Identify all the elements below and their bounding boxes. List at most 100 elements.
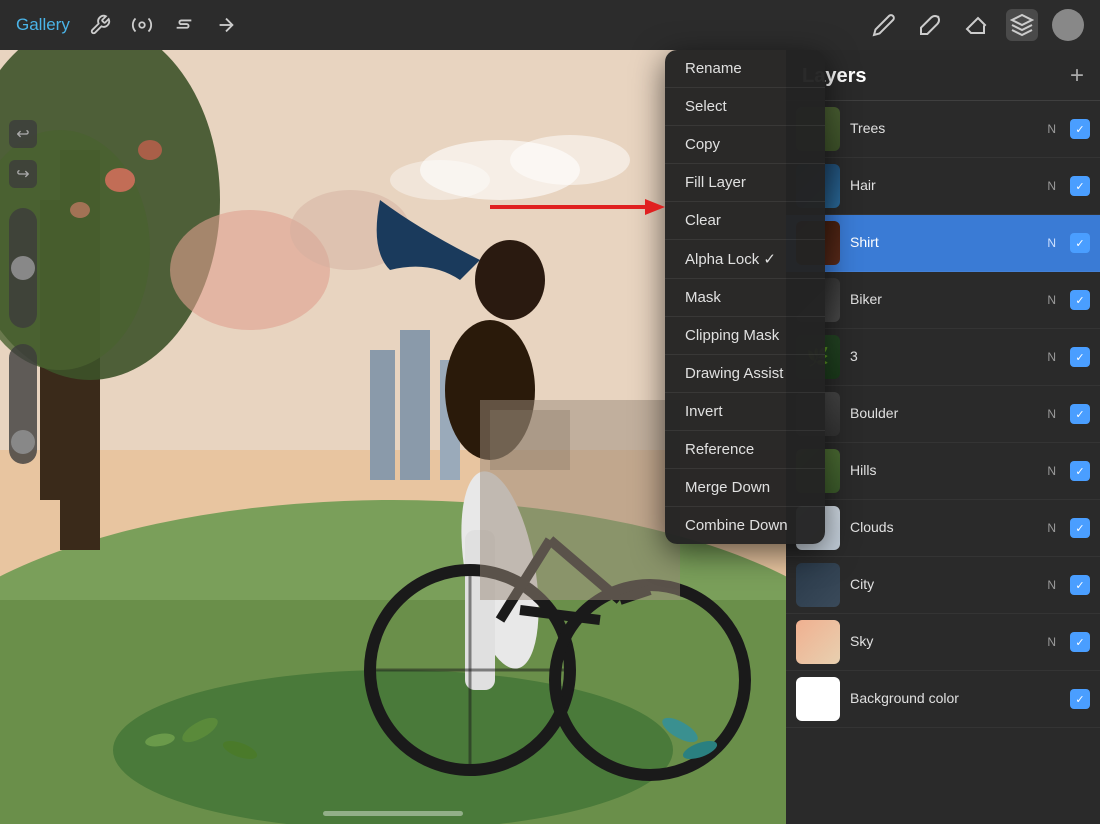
toolbar-left: Gallery: [16, 11, 240, 39]
layer-name-hair: Hair: [850, 177, 876, 193]
layer-checkbox-trees[interactable]: ✓: [1070, 119, 1090, 139]
top-toolbar: Gallery: [0, 0, 1100, 50]
layer-name-clouds: Clouds: [850, 519, 894, 535]
layer-info-hills: Hills: [850, 462, 1037, 480]
context-menu-item-rename[interactable]: Rename: [665, 50, 825, 88]
layer-item-sky[interactable]: SkyN✓: [786, 614, 1100, 671]
wrench-icon[interactable]: [86, 11, 114, 39]
layer-mode-sky: N: [1047, 635, 1056, 649]
layer-right-shirt: N✓: [1047, 233, 1090, 253]
s-tool-icon[interactable]: [170, 11, 198, 39]
layer-info-sky: Sky: [850, 633, 1037, 651]
layer-info-city: City: [850, 576, 1037, 594]
layer-mode-biker: N: [1047, 293, 1056, 307]
layer-item-hair[interactable]: Hair N ✓: [786, 158, 1100, 215]
context-menu-item-select[interactable]: Select: [665, 88, 825, 126]
layer-name-city: City: [850, 576, 874, 592]
context-menu: Rename Select Copy Fill LayerClearAlpha Loc…: [665, 50, 825, 544]
context-menu-item-clear[interactable]: Clear: [665, 202, 825, 240]
layer-info-trees: Trees: [850, 120, 1037, 138]
layer-checkbox-biker[interactable]: ✓: [1070, 290, 1090, 310]
arrow-icon[interactable]: [212, 11, 240, 39]
size-slider[interactable]: [9, 344, 37, 464]
check-icon-sky: ✓: [1075, 636, 1084, 649]
layer-checkbox-sky[interactable]: ✓: [1070, 632, 1090, 652]
check-icon-group3: ✓: [1075, 351, 1084, 364]
check-icon-background-color: ✓: [1075, 693, 1084, 706]
layer-name-group3: 3: [850, 348, 858, 364]
layer-mode-city: N: [1047, 578, 1056, 592]
layer-checkbox-city[interactable]: ✓: [1070, 575, 1090, 595]
layer-right-trees: N✓: [1047, 119, 1090, 139]
left-tools: ↩ ↪: [0, 100, 46, 824]
layer-item-hills[interactable]: Hills N ✓: [786, 443, 1100, 500]
context-menu-item-invert[interactable]: Invert: [665, 393, 825, 431]
layer-right-sky: N✓: [1047, 632, 1090, 652]
layer-info-background-color: Background color: [850, 690, 1060, 708]
layer-thumb-sky: [796, 620, 840, 664]
opacity-handle[interactable]: [11, 256, 35, 280]
layer-checkbox-shirt[interactable]: ✓: [1070, 233, 1090, 253]
eraser-tool[interactable]: [960, 9, 992, 41]
context-menu-item-reference[interactable]: Reference: [665, 431, 825, 469]
layer-checkbox-clouds[interactable]: ✓: [1070, 518, 1090, 538]
layers-add-button[interactable]: +: [1070, 64, 1084, 88]
layer-checkbox-hair[interactable]: ✓: [1070, 176, 1090, 196]
layer-item-biker[interactable]: Biker N ✓: [786, 272, 1100, 329]
layer-item-shirt[interactable]: ShirtN✓: [786, 215, 1100, 272]
adjust-icon[interactable]: [128, 11, 156, 39]
context-menu-item-merge-down[interactable]: Merge Down: [665, 469, 825, 507]
layer-item-trees[interactable]: Trees N✓: [786, 101, 1100, 158]
layer-name-shirt: Shirt: [850, 234, 879, 250]
layer-info-shirt: Shirt: [850, 234, 1037, 252]
check-icon-shirt: ✓: [1075, 237, 1084, 250]
layer-item-clouds[interactable]: CloudsN✓: [786, 500, 1100, 557]
context-menu-item-combine-down[interactable]: Combine Down: [665, 507, 825, 544]
layer-mode-group3: N: [1047, 350, 1056, 364]
layers-header: Layers +: [786, 50, 1100, 101]
check-icon-boulder: ✓: [1075, 408, 1084, 421]
redo-button[interactable]: ↪: [9, 160, 37, 188]
layer-mode-hills: N: [1047, 464, 1056, 478]
layer-checkbox-background-color[interactable]: ✓: [1070, 689, 1090, 709]
context-menu-label-invert: Invert: [685, 403, 723, 420]
avatar[interactable]: [1052, 9, 1084, 41]
layer-mode-hair: N: [1047, 179, 1056, 193]
layer-mode-clouds: N: [1047, 521, 1056, 535]
undo-button[interactable]: ↩: [9, 120, 37, 148]
context-menu-label-copy: Copy: [685, 136, 720, 153]
layer-item-city[interactable]: CityN✓: [786, 557, 1100, 614]
check-icon-hills: ✓: [1075, 465, 1084, 478]
layer-checkbox-hills[interactable]: ✓: [1070, 461, 1090, 481]
layer-item-group3[interactable]: 🌿3N✓: [786, 329, 1100, 386]
layer-info-hair: Hair: [850, 177, 1037, 195]
size-handle[interactable]: [11, 430, 35, 454]
context-menu-item-alpha-lock[interactable]: Alpha Lock ✓: [665, 240, 825, 279]
layer-thumb-city: [796, 563, 840, 607]
context-menu-item-fill-layer[interactable]: Fill Layer: [665, 164, 825, 202]
home-indicator: [323, 811, 463, 816]
layer-item-background-color[interactable]: Background color ✓: [786, 671, 1100, 728]
layers-tool[interactable]: [1006, 9, 1038, 41]
layer-name-sky: Sky: [850, 633, 873, 649]
layer-right-clouds: N✓: [1047, 518, 1090, 538]
layer-name-biker: Biker: [850, 291, 882, 307]
layer-name-background-color: Background color: [850, 690, 959, 706]
layer-right-city: N✓: [1047, 575, 1090, 595]
brush-tool[interactable]: [914, 9, 946, 41]
context-menu-label-rename: Rename: [685, 60, 742, 77]
layer-mode-shirt: N: [1047, 236, 1056, 250]
context-menu-item-copy[interactable]: Copy: [665, 126, 825, 164]
context-menu-item-clipping-mask[interactable]: Clipping Mask: [665, 317, 825, 355]
context-menu-item-drawing-assist[interactable]: Drawing Assist: [665, 355, 825, 393]
opacity-slider[interactable]: [9, 208, 37, 328]
layer-name-trees: Trees: [850, 120, 885, 136]
gallery-button[interactable]: Gallery: [16, 15, 70, 35]
pen-tool[interactable]: [868, 9, 900, 41]
layer-item-boulder[interactable]: Boulder N ✓: [786, 386, 1100, 443]
layer-checkbox-group3[interactable]: ✓: [1070, 347, 1090, 367]
layer-mode-boulder: N: [1047, 407, 1056, 421]
layer-checkbox-boulder[interactable]: ✓: [1070, 404, 1090, 424]
layer-info-boulder: Boulder: [850, 405, 1037, 423]
context-menu-item-mask[interactable]: Mask: [665, 279, 825, 317]
